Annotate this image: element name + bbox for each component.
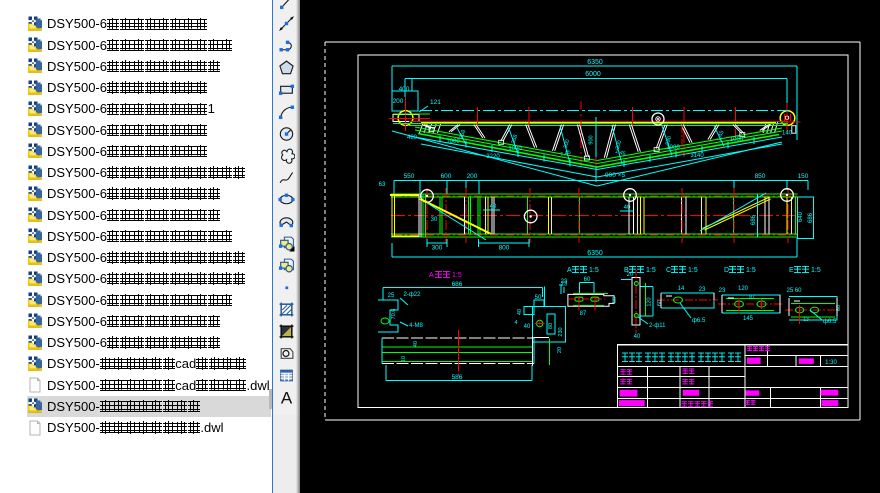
svg-text:2-ф22: 2-ф22 (404, 292, 422, 298)
svg-text:60: 60 (612, 297, 618, 303)
svg-text:686: 686 (751, 214, 757, 225)
svg-text:1000: 1000 (730, 137, 744, 143)
svg-text:300: 300 (432, 245, 443, 252)
svg-text:40: 40 (413, 341, 419, 347)
svg-text:13: 13 (803, 317, 809, 323)
svg-text:300: 300 (563, 139, 572, 150)
svg-text:D: D (724, 267, 729, 274)
svg-text:87: 87 (580, 311, 587, 317)
svg-text:1000: 1000 (446, 139, 460, 145)
svg-text:40: 40 (490, 204, 497, 210)
svg-text:4-M8: 4-M8 (409, 323, 423, 329)
svg-text:40: 40 (634, 334, 641, 340)
svg-text:10: 10 (401, 356, 407, 362)
svg-text:60: 60 (657, 300, 663, 306)
svg-text:20: 20 (557, 347, 563, 353)
svg-text:3140: 3140 (690, 153, 704, 159)
svg-text:50: 50 (535, 295, 542, 301)
svg-text:686: 686 (452, 281, 463, 288)
svg-text:600: 600 (441, 173, 452, 180)
svg-text:900 ×5: 900 ×5 (605, 172, 625, 179)
svg-text:640: 640 (798, 211, 804, 222)
svg-text:25: 25 (388, 293, 395, 299)
svg-text:30: 30 (431, 217, 438, 223)
svg-text:1.45: 1.45 (717, 130, 726, 142)
svg-text:A: A (429, 272, 434, 279)
svg-text:1:5: 1:5 (811, 267, 821, 274)
svg-text:900: 900 (589, 135, 595, 144)
svg-text:A: A (567, 267, 572, 274)
svg-text:ф6.5: ф6.5 (823, 319, 837, 325)
svg-text:25 60: 25 60 (786, 288, 802, 294)
svg-text:23: 23 (719, 288, 726, 294)
svg-text:150: 150 (798, 173, 809, 180)
svg-text:368: 368 (511, 134, 520, 145)
svg-text:230: 230 (558, 327, 564, 336)
svg-text:40: 40 (624, 205, 631, 211)
svg-text:800: 800 (499, 245, 510, 252)
svg-text:6350: 6350 (587, 250, 603, 257)
svg-text:63: 63 (379, 182, 386, 188)
svg-text:1:5: 1:5 (746, 267, 756, 274)
svg-text:6000: 6000 (585, 71, 601, 78)
svg-text:6350: 6350 (587, 59, 603, 66)
svg-text:2-ф11: 2-ф11 (649, 323, 666, 329)
svg-text:1:5: 1:5 (452, 272, 462, 279)
svg-text:60: 60 (584, 277, 591, 283)
svg-text:40: 40 (524, 324, 531, 330)
svg-text:A: A (281, 389, 293, 406)
svg-text:87: 87 (749, 295, 755, 301)
svg-text:1:5: 1:5 (646, 267, 656, 274)
svg-text:200: 200 (467, 173, 478, 180)
svg-text:C: C (666, 267, 671, 274)
svg-text:420: 420 (407, 135, 418, 141)
svg-text:400: 400 (399, 86, 410, 93)
svg-text:121: 121 (430, 99, 441, 106)
svg-text:550: 550 (404, 173, 415, 180)
svg-text:368: 368 (459, 129, 468, 140)
svg-text:40: 40 (517, 309, 523, 315)
svg-text:1:5: 1:5 (589, 267, 599, 274)
svg-text:200: 200 (393, 98, 404, 105)
svg-text:140: 140 (782, 131, 793, 137)
svg-text:120: 120 (738, 286, 749, 292)
svg-text:ф6.5: ф6.5 (692, 318, 706, 324)
svg-text:14: 14 (678, 286, 685, 292)
svg-text:145: 145 (743, 316, 754, 322)
svg-text:3220: 3220 (486, 154, 500, 160)
svg-text:20: 20 (627, 272, 634, 278)
svg-text:1000: 1000 (508, 146, 522, 152)
svg-text:23: 23 (699, 287, 706, 293)
svg-text:586: 586 (452, 374, 463, 381)
svg-text:686: 686 (808, 212, 814, 223)
svg-text:1:30: 1:30 (825, 360, 837, 366)
svg-text:1000: 1000 (666, 145, 680, 151)
svg-text:850: 850 (755, 173, 766, 180)
svg-text:120: 120 (647, 297, 653, 306)
svg-text:80: 80 (548, 323, 554, 329)
svg-text:70.6: 70.6 (391, 309, 397, 320)
svg-text:E: E (789, 267, 794, 274)
svg-text:4: 4 (514, 320, 517, 326)
svg-text:1:5: 1:5 (688, 267, 698, 274)
svg-text:23: 23 (561, 279, 568, 285)
